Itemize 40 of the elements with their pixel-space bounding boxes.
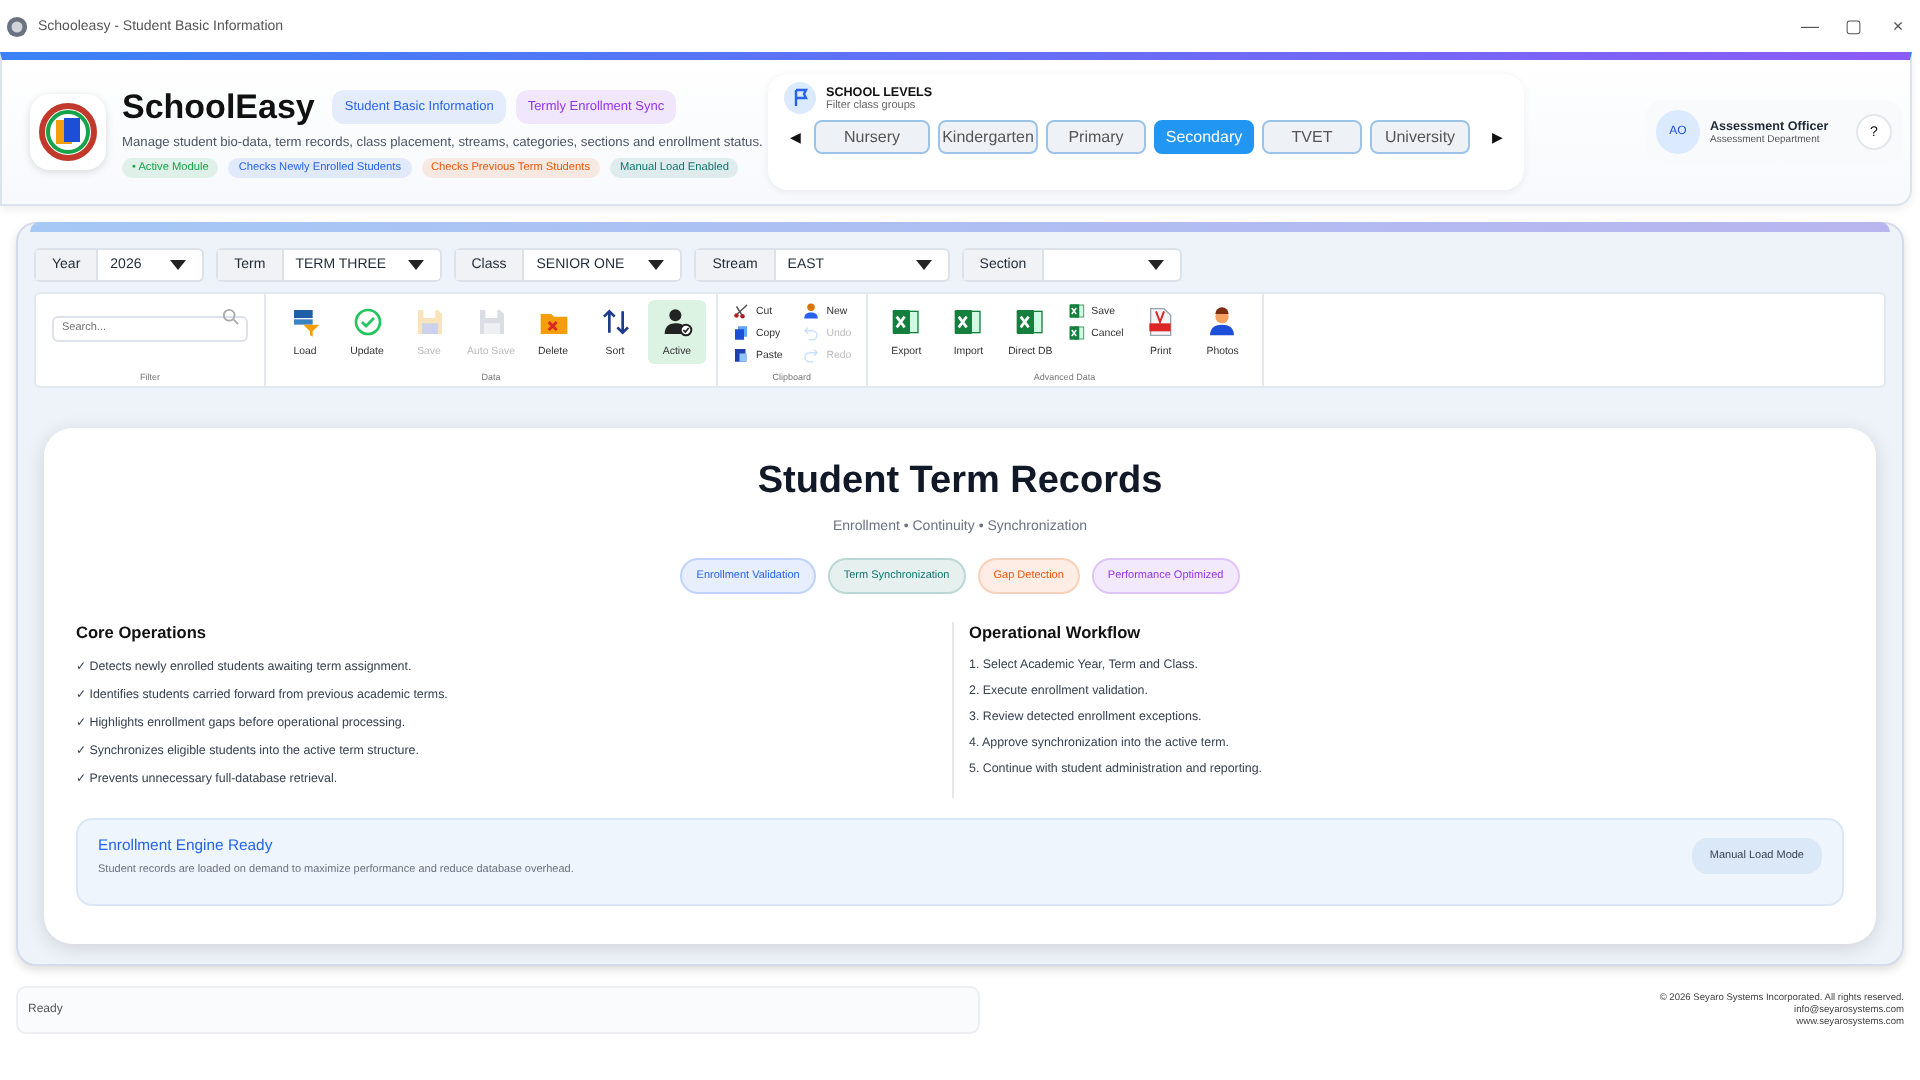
- scissors-icon: [732, 302, 750, 320]
- floppy-icon: [475, 306, 507, 338]
- person-check-icon: [661, 306, 693, 338]
- dropdown-caret-icon: [170, 260, 187, 270]
- spreadsheet-icon: [1014, 306, 1047, 338]
- level-tab[interactable]: University: [1370, 120, 1470, 154]
- logo-icon: [30, 94, 106, 170]
- dropdown-caret-icon: [407, 260, 424, 270]
- column-heading: Core Operations: [76, 622, 209, 642]
- close-button[interactable]: ×: [1876, 4, 1920, 48]
- dropdown-caret-icon: [648, 260, 665, 270]
- floppy-icon: [413, 306, 445, 338]
- dropdown-caret-icon: [1148, 260, 1165, 270]
- level-tab[interactable]: Primary: [1046, 120, 1146, 154]
- app-icon: [6, 15, 28, 37]
- dropdown-caret-icon: [915, 260, 932, 270]
- person-icon: [802, 302, 821, 320]
- app-title: SchoolEasy: [122, 87, 315, 127]
- spreadsheet-icon: [1067, 324, 1086, 342]
- spreadsheet-icon: [890, 306, 923, 338]
- paste-icon: [732, 346, 750, 364]
- box-funnel-icon: [289, 306, 321, 338]
- card-title: Student Term Records: [757, 460, 1163, 504]
- check-circle-icon: [351, 306, 383, 338]
- spreadsheet-icon: [952, 306, 985, 338]
- flag-icon: [784, 82, 816, 114]
- undo-icon: [802, 324, 821, 342]
- maximize-button[interactable]: ▢: [1832, 4, 1876, 48]
- level-tab[interactable]: Kindergarten: [938, 120, 1038, 154]
- spreadsheet-icon: [1067, 302, 1086, 320]
- search-icon: [222, 308, 240, 326]
- sort-icon: [599, 306, 631, 338]
- pdf-icon: [1144, 306, 1177, 338]
- redo-icon: [802, 346, 821, 364]
- minimize-button[interactable]: —: [1788, 4, 1832, 48]
- person-icon: [1206, 306, 1239, 338]
- column-heading: Operational Workflow: [969, 622, 1143, 642]
- level-tab[interactable]: Nursery: [814, 120, 930, 154]
- level-tab[interactable]: TVET: [1262, 120, 1362, 154]
- copy-icon: [732, 324, 750, 342]
